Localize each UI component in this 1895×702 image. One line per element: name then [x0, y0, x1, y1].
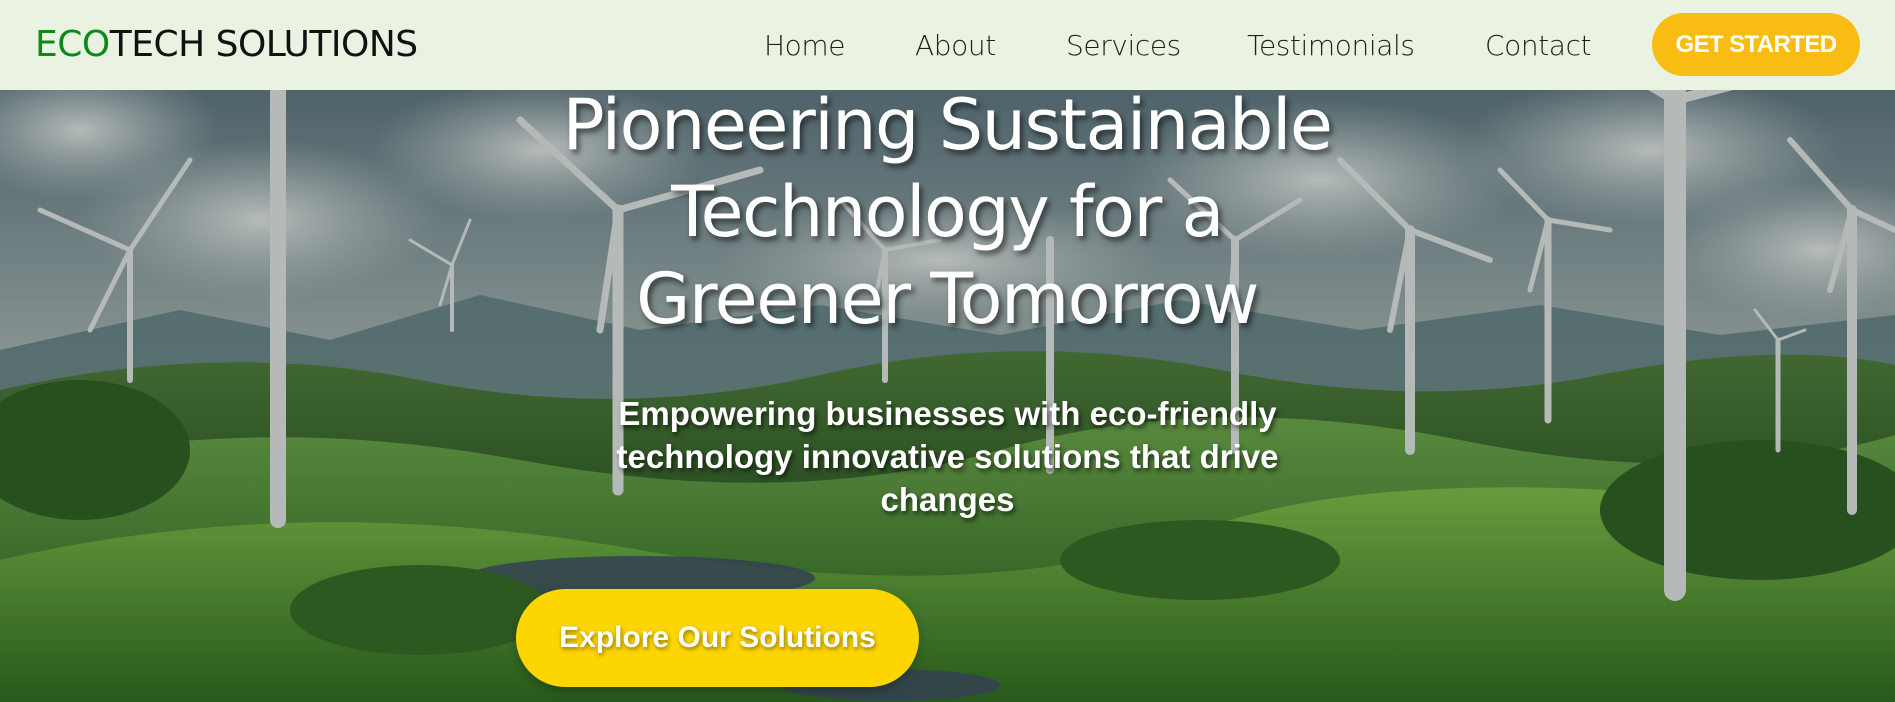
- hero-subtitle: Empowering businesses with eco-friendly …: [560, 392, 1335, 521]
- hero-title-line: Greener Tomorrow: [636, 258, 1259, 340]
- logo-text: TECH SOLUTIONS: [109, 24, 418, 65]
- site-header: ECOTECH SOLUTIONS Home About Services Te…: [0, 0, 1895, 90]
- hero-subtitle-line: technology innovative solutions that dri…: [616, 438, 1279, 475]
- nav-link-home[interactable]: Home: [764, 29, 845, 62]
- logo[interactable]: ECOTECH SOLUTIONS: [35, 24, 418, 65]
- logo-eco: ECO: [35, 24, 110, 65]
- hero-title-line: Technology for a: [671, 171, 1224, 253]
- hero-title: Pioneering Sustainable Technology for a …: [447, 90, 1447, 343]
- nav-link-services[interactable]: Services: [1066, 29, 1181, 62]
- nav-link-testimonials[interactable]: Testimonials: [1247, 29, 1415, 62]
- nav-link-about[interactable]: About: [915, 29, 996, 62]
- hero-subtitle-line: changes: [880, 481, 1015, 518]
- get-started-button[interactable]: GET STARTED: [1652, 13, 1860, 76]
- hero-section: Pioneering Sustainable Technology for a …: [0, 90, 1895, 702]
- hero-subtitle-line: Empowering businesses with eco-friendly: [618, 395, 1277, 432]
- hero-title-line: Pioneering Sustainable: [562, 90, 1334, 166]
- nav-link-contact[interactable]: Contact: [1485, 29, 1592, 62]
- explore-solutions-button[interactable]: Explore Our Solutions: [516, 589, 919, 687]
